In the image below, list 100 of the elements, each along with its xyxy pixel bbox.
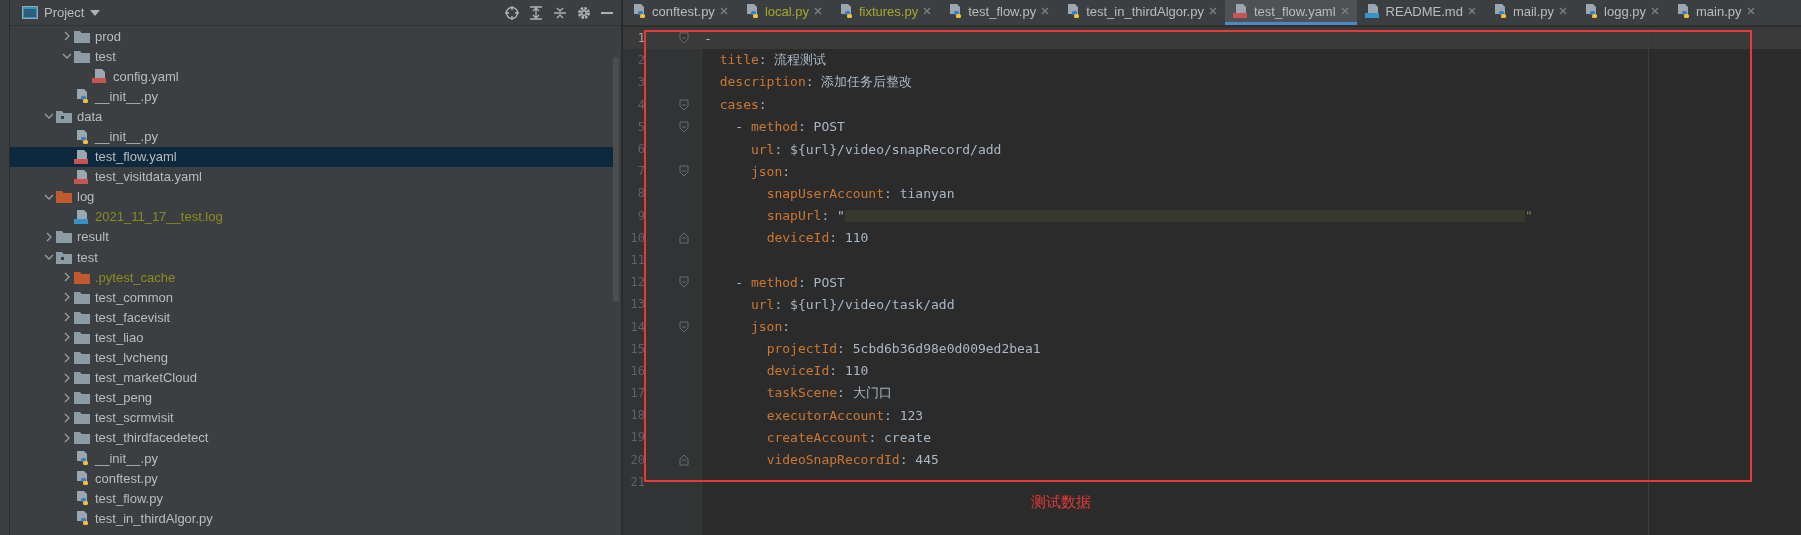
scrollbar-thumb[interactable] xyxy=(613,57,619,302)
editor-tab[interactable]: test_flow.yaml xyxy=(1224,0,1357,25)
tree-item-label: test_liao xyxy=(95,329,144,345)
tree-item-label: test xyxy=(77,249,98,265)
editor-tab[interactable]: fixtures.py xyxy=(829,0,940,25)
tree-item[interactable]: test_visitdata.yaml xyxy=(10,166,613,187)
chevron-right-icon[interactable] xyxy=(62,31,72,42)
tree-item[interactable]: test xyxy=(10,247,613,268)
chevron-right-icon[interactable] xyxy=(62,352,72,363)
tab-label: fixtures.py xyxy=(858,3,919,19)
tree-item[interactable]: data xyxy=(10,106,613,127)
tree-item[interactable]: test xyxy=(10,46,613,67)
chevron-right-icon[interactable] xyxy=(62,292,72,303)
editor-tab[interactable]: conftest.py xyxy=(623,0,736,25)
fold-marker-icon[interactable] xyxy=(679,32,689,45)
close-icon[interactable] xyxy=(923,7,932,15)
tree-item[interactable]: __init__.py xyxy=(10,126,613,147)
editor-tab[interactable]: README.md xyxy=(1356,0,1484,25)
code-line: json: xyxy=(749,163,791,179)
tree-item[interactable]: __init__.py xyxy=(10,86,613,107)
fold-marker-icon[interactable] xyxy=(679,276,689,289)
close-icon[interactable] xyxy=(1651,7,1659,15)
tree-item-label: test_marketCloud xyxy=(95,370,197,386)
close-icon[interactable] xyxy=(719,7,728,15)
tree-item[interactable]: prod xyxy=(10,26,613,47)
fold-marker-icon[interactable] xyxy=(679,453,689,466)
fold-marker-icon[interactable] xyxy=(679,120,689,133)
code-line: json: xyxy=(749,319,791,335)
tree-item[interactable]: log xyxy=(10,186,613,207)
tree-item[interactable]: test_in_thirdAlgor.py xyxy=(10,508,613,529)
tree-item[interactable]: config.yaml xyxy=(10,66,613,87)
python-file-icon xyxy=(74,490,90,507)
tree-item-label: __init__.py xyxy=(95,88,158,104)
tab-label: conftest.py xyxy=(652,3,715,19)
tree-item[interactable]: test_peng xyxy=(10,387,613,408)
tree-item-label: test_scrmvisit xyxy=(95,410,174,426)
close-icon[interactable] xyxy=(1746,7,1755,15)
chevron-right-icon[interactable] xyxy=(62,372,72,383)
code-line: executorAccount: 123 xyxy=(765,407,924,423)
tree-item[interactable]: __init__.py xyxy=(10,447,613,469)
fold-marker-icon[interactable] xyxy=(679,231,689,244)
panel-title[interactable]: Project xyxy=(44,5,85,20)
tab-label: test_flow.py xyxy=(968,3,1037,19)
close-icon[interactable] xyxy=(813,7,822,15)
python-file-icon xyxy=(74,128,90,145)
tree-item[interactable]: conftest.py xyxy=(10,468,613,489)
folder-icon xyxy=(74,310,90,324)
folder-icon xyxy=(74,290,90,304)
editor-tab[interactable]: main.py xyxy=(1667,0,1763,25)
code-line: deviceId: 110 xyxy=(765,363,869,379)
fold-marker-icon[interactable] xyxy=(679,165,689,178)
chevron-right-icon[interactable] xyxy=(62,392,72,403)
chevron-right-icon[interactable] xyxy=(62,272,72,283)
minimize-icon[interactable] xyxy=(601,11,613,14)
python-file-icon xyxy=(74,88,90,105)
tree-item[interactable]: test_facevisit xyxy=(10,307,613,328)
caret-down-icon[interactable] xyxy=(90,9,101,16)
folder-icon xyxy=(56,230,72,244)
code-line: - method: POST xyxy=(734,119,845,135)
markdown-file-icon xyxy=(1364,3,1381,19)
expand-all-icon[interactable] xyxy=(529,5,543,20)
fold-marker-icon[interactable] xyxy=(679,98,689,111)
close-icon[interactable] xyxy=(1041,7,1050,15)
close-icon[interactable] xyxy=(1340,7,1349,15)
tree-item-label: data xyxy=(77,108,103,124)
chevron-right-icon[interactable] xyxy=(62,432,72,443)
tree-item[interactable]: test_common xyxy=(10,287,613,308)
tree-item-label: test_thirdfacedetect xyxy=(95,430,209,446)
tree-item[interactable]: test_lvcheng xyxy=(10,347,613,368)
line-number: 1 xyxy=(636,31,645,46)
fold-marker-icon[interactable] xyxy=(679,320,689,333)
tree-item[interactable]: result xyxy=(10,226,613,248)
editor-tab[interactable]: test_in_thirdAlgor.py xyxy=(1057,0,1225,25)
tree-item[interactable]: 2021_11_17__test.log xyxy=(10,206,613,227)
close-icon[interactable] xyxy=(1208,7,1217,15)
tree-item-label: test_lvcheng xyxy=(95,350,168,366)
editor-tab[interactable]: mail.py xyxy=(1483,0,1576,25)
tree-item[interactable]: test_liao xyxy=(10,327,613,348)
python-file-icon xyxy=(74,470,90,487)
settings-icon[interactable] xyxy=(577,5,591,20)
chevron-right-icon[interactable] xyxy=(62,312,72,323)
tree-item[interactable]: test_flow.yaml xyxy=(10,146,613,167)
chevron-right-icon[interactable] xyxy=(62,332,72,343)
crosshair-icon[interactable] xyxy=(505,5,519,20)
code-line: - xyxy=(704,30,712,46)
tree-item[interactable]: test_scrmvisit xyxy=(10,407,613,428)
editor-tab[interactable]: local.py xyxy=(735,0,830,25)
python-file-icon xyxy=(1065,3,1082,19)
editor-tab[interactable]: test_flow.py xyxy=(939,0,1058,25)
tree-item[interactable]: test_flow.py xyxy=(10,488,613,509)
close-icon[interactable] xyxy=(1559,7,1568,15)
chevron-right-icon[interactable] xyxy=(62,412,72,423)
close-icon[interactable] xyxy=(1467,7,1476,15)
collapse-all-icon[interactable] xyxy=(553,5,567,20)
tree-item[interactable]: test_thirdfacedetect xyxy=(10,427,613,448)
tab-label: logg.py xyxy=(1604,3,1646,19)
tree-item[interactable]: .pytest_cache xyxy=(10,267,613,288)
tree-item[interactable]: test_marketCloud xyxy=(10,367,613,388)
chevron-right-icon[interactable] xyxy=(44,232,54,242)
editor-tab[interactable]: logg.py xyxy=(1575,0,1667,25)
